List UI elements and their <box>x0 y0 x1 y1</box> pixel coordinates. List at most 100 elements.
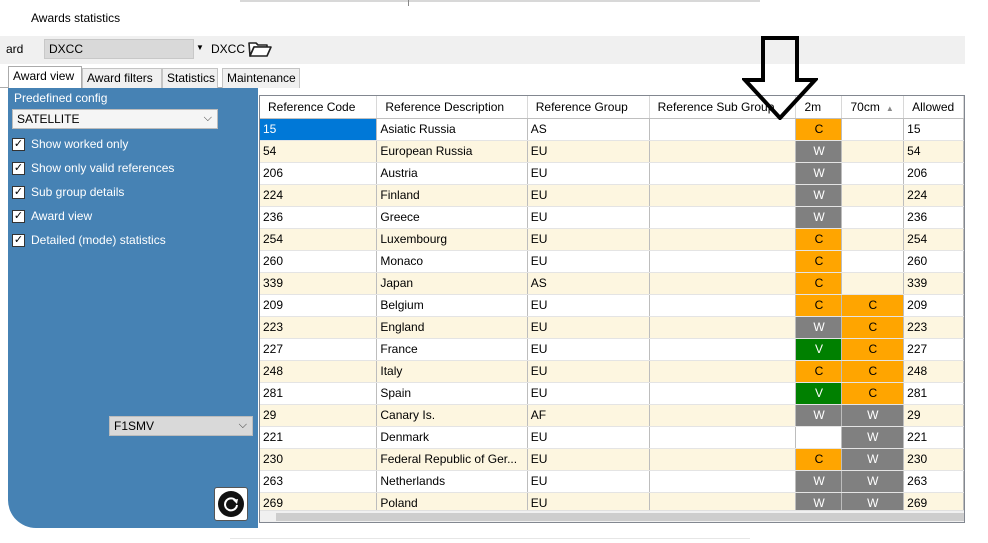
cell-desc[interactable]: European Russia <box>376 140 528 163</box>
cell-allowed[interactable]: 248 <box>903 360 964 383</box>
cell-b70[interactable] <box>841 206 905 229</box>
cell-code[interactable]: 15 <box>260 118 378 141</box>
table-row[interactable]: 221 Denmark EU W 221 <box>260 426 964 449</box>
cell-b70[interactable] <box>841 228 905 251</box>
cell-b2m[interactable]: W <box>795 162 843 185</box>
column-header[interactable]: 70cm ▲ <box>841 96 905 119</box>
cell-sub[interactable] <box>649 294 797 317</box>
cell-allowed[interactable]: 206 <box>903 162 964 185</box>
cell-group[interactable]: EU <box>527 360 650 383</box>
cell-group[interactable]: EU <box>527 316 650 339</box>
cell-desc[interactable]: Asiatic Russia <box>376 118 528 141</box>
table-row[interactable]: 209 Belgium EU C C 209 <box>260 294 964 317</box>
cell-b70[interactable] <box>841 140 905 163</box>
cell-code[interactable]: 206 <box>260 162 378 185</box>
cell-group[interactable]: EU <box>527 250 650 273</box>
cell-desc[interactable]: Greece <box>376 206 528 229</box>
cell-desc[interactable]: Austria <box>376 162 528 185</box>
cell-b70[interactable] <box>841 272 905 295</box>
cell-desc[interactable]: Italy <box>376 360 528 383</box>
cell-allowed[interactable]: 254 <box>903 228 964 251</box>
cell-b70[interactable]: C <box>841 382 905 405</box>
column-header[interactable]: Reference Description <box>376 96 528 119</box>
cell-code[interactable]: 260 <box>260 250 378 273</box>
predefined-config-select[interactable]: SATELLITE ⌵ <box>12 109 218 129</box>
table-row[interactable]: 263 Netherlands EU W W 263 <box>260 470 964 493</box>
cell-b70[interactable]: C <box>841 360 905 383</box>
cell-b2m[interactable]: C <box>795 294 843 317</box>
table-row[interactable]: 236 Greece EU W 236 <box>260 206 964 229</box>
cell-group[interactable]: EU <box>527 140 650 163</box>
cell-allowed[interactable]: 223 <box>903 316 964 339</box>
cell-b2m[interactable]: W <box>795 470 843 493</box>
option-award-view[interactable]: ✓ Award view <box>12 208 92 224</box>
cell-code[interactable]: 224 <box>260 184 378 207</box>
checkbox[interactable]: ✓ <box>12 233 25 247</box>
cell-b2m[interactable]: C <box>795 448 843 471</box>
cell-sub[interactable] <box>649 338 797 361</box>
cell-sub[interactable] <box>649 228 797 251</box>
checkbox[interactable]: ✓ <box>12 185 25 199</box>
table-row[interactable]: 223 England EU W C 223 <box>260 316 964 339</box>
cell-b70[interactable]: C <box>841 316 905 339</box>
checkbox[interactable]: ✓ <box>12 209 25 223</box>
cell-allowed[interactable]: 29 <box>903 404 964 427</box>
award-select[interactable]: DXCC <box>44 39 194 59</box>
option-detailed-mode-statistics[interactable]: ✓ Detailed (mode) statistics <box>12 232 166 248</box>
cell-allowed[interactable]: 209 <box>903 294 964 317</box>
cell-code[interactable]: 263 <box>260 470 378 493</box>
cell-desc[interactable]: Finland <box>376 184 528 207</box>
cell-code[interactable]: 248 <box>260 360 378 383</box>
cell-group[interactable]: EU <box>527 184 650 207</box>
cell-code[interactable]: 29 <box>260 404 378 427</box>
cell-allowed[interactable]: 227 <box>903 338 964 361</box>
cell-b2m[interactable]: W <box>795 404 843 427</box>
cell-desc[interactable]: Spain <box>376 382 528 405</box>
cell-desc[interactable]: England <box>376 316 528 339</box>
cell-group[interactable]: EU <box>527 382 650 405</box>
cell-b70[interactable]: C <box>841 294 905 317</box>
cell-desc[interactable]: France <box>376 338 528 361</box>
cell-allowed[interactable]: 339 <box>903 272 964 295</box>
cell-sub[interactable] <box>649 272 797 295</box>
cell-desc[interactable]: Monaco <box>376 250 528 273</box>
cell-desc[interactable]: Belgium <box>376 294 528 317</box>
tab-award-view[interactable]: Award view <box>8 66 82 89</box>
cell-sub[interactable] <box>649 184 797 207</box>
cell-group[interactable]: EU <box>527 426 650 449</box>
callsign-select[interactable]: F1SMV ⌵ <box>109 416 253 436</box>
cell-b70[interactable] <box>841 118 905 141</box>
cell-b70[interactable]: W <box>841 426 905 449</box>
cell-desc[interactable]: Luxembourg <box>376 228 528 251</box>
cell-code[interactable]: 230 <box>260 448 378 471</box>
cell-b70[interactable]: W <box>841 404 905 427</box>
cell-b70[interactable]: C <box>841 338 905 361</box>
cell-allowed[interactable]: 54 <box>903 140 964 163</box>
cell-allowed[interactable]: 281 <box>903 382 964 405</box>
cell-code[interactable]: 339 <box>260 272 378 295</box>
cell-b70[interactable] <box>841 184 905 207</box>
cell-allowed[interactable]: 221 <box>903 426 964 449</box>
table-row[interactable]: 281 Spain EU V C 281 <box>260 382 964 405</box>
refresh-button[interactable] <box>214 487 248 521</box>
scrollbar-thumb[interactable] <box>276 513 964 521</box>
cell-code[interactable]: 254 <box>260 228 378 251</box>
cell-desc[interactable]: Japan <box>376 272 528 295</box>
cell-b2m[interactable]: W <box>795 206 843 229</box>
cell-group[interactable]: EU <box>527 162 650 185</box>
cell-code[interactable]: 54 <box>260 140 378 163</box>
folder-open-icon[interactable] <box>248 40 272 58</box>
cell-sub[interactable] <box>649 162 797 185</box>
cell-code[interactable]: 223 <box>260 316 378 339</box>
cell-sub[interactable] <box>649 448 797 471</box>
cell-b70[interactable] <box>841 250 905 273</box>
table-row[interactable]: 230 Federal Republic of Ger... EU C W 230 <box>260 448 964 471</box>
cell-code[interactable]: 209 <box>260 294 378 317</box>
cell-sub[interactable] <box>649 118 797 141</box>
cell-b2m[interactable] <box>795 426 843 449</box>
cell-sub[interactable] <box>649 250 797 273</box>
cell-code[interactable]: 227 <box>260 338 378 361</box>
cell-desc[interactable]: Federal Republic of Ger... <box>376 448 528 471</box>
cell-group[interactable]: EU <box>527 228 650 251</box>
cell-allowed[interactable]: 260 <box>903 250 964 273</box>
